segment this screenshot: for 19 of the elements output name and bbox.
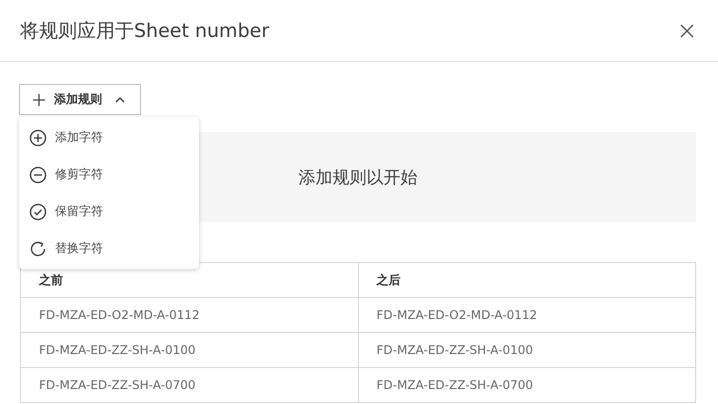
table-cell: FD-MZA-ED-O2-MD-A-0112 [358,298,696,332]
dialog-title: 将规则应用于Sheet number [20,18,270,44]
add-icon [29,128,47,146]
menu-item[interactable]: 保留字符 [19,193,199,230]
empty-state-text: 添加规则以开始 [298,166,418,188]
plus-icon [32,92,46,106]
replace-icon [29,240,47,258]
table-cell: FD-MZA-ED-ZZ-SH-A-0100 [358,332,696,368]
column-header: 之后 [358,262,696,298]
keep-icon [29,202,47,220]
trim-icon [29,166,47,184]
close-icon[interactable] [680,24,694,38]
table-cell: FD-MZA-ED-ZZ-SH-A-0700 [20,368,358,402]
table-cell: FD-MZA-ED-ZZ-SH-A-0700 [358,368,696,402]
table-cell: FD-MZA-ED-O2-MD-A-0112 [20,298,358,332]
menu-item[interactable]: 添加字符 [19,119,199,156]
add-rule-button[interactable]: 添加规则 [19,84,141,115]
table-cell: FD-MZA-ED-ZZ-SH-A-0100 [20,332,358,368]
menu-item[interactable]: 修剪字符 [19,156,199,193]
